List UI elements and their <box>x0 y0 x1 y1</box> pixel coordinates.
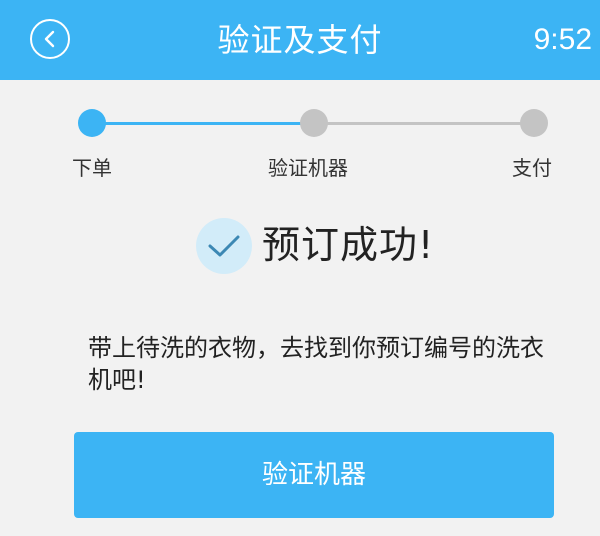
header-bar: 验证及支付 9:52 <box>0 0 600 80</box>
status-time: 9:52 <box>533 23 592 56</box>
step-label-pay: 支付 <box>512 156 552 180</box>
verify-machine-button[interactable]: 验证机器 <box>74 432 554 518</box>
success-check-badge <box>196 218 252 274</box>
step-dot-pay <box>520 109 548 137</box>
step-label-verify: 验证机器 <box>268 156 348 180</box>
step-dot-verify <box>300 109 328 137</box>
step-line-completed <box>92 122 314 125</box>
step-dot-order <box>78 109 106 137</box>
bottom-spacer <box>0 526 600 536</box>
success-title: 预订成功! <box>262 223 435 267</box>
check-icon <box>208 235 240 257</box>
success-message: 带上待洗的衣物，去找到你预订编号的洗衣机吧! <box>88 334 544 394</box>
step-label-order: 下单 <box>72 156 112 180</box>
step-line-pending <box>314 122 534 125</box>
page-title: 验证及支付 <box>217 21 383 59</box>
progress-stepper: 下单 验证机器 支付 <box>0 100 600 190</box>
